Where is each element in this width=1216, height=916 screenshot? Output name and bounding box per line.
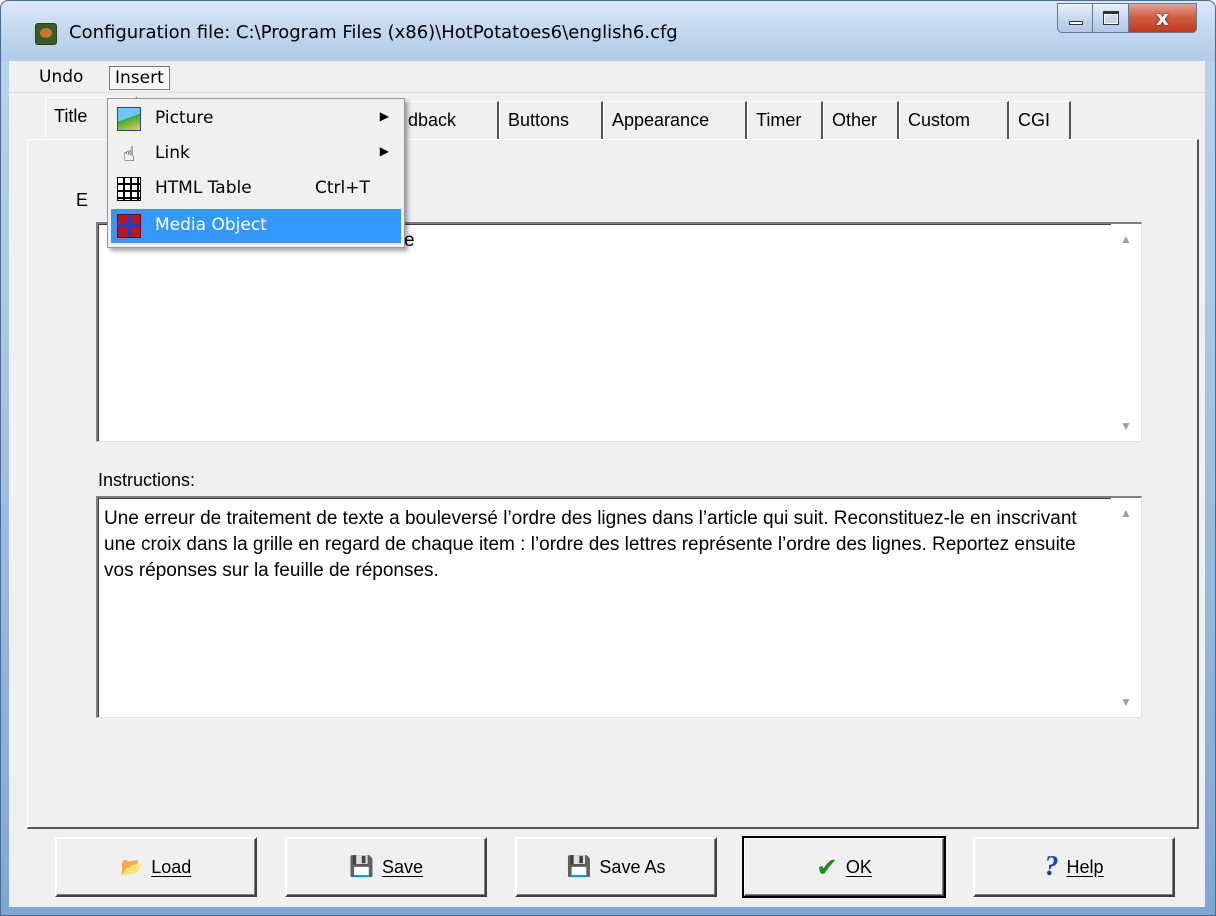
window-title: Configuration file: C:\Program Files (x8… [69, 22, 678, 43]
tab-cgi[interactable]: CGI [1009, 101, 1071, 139]
tab-timer[interactable]: Timer [747, 101, 823, 139]
picture-icon [117, 107, 141, 131]
caption-buttons: x [1057, 3, 1197, 35]
insert-dropdown-menu: Picture ▶ ☝ Link ▶ HTML Table Ctrl+T Med… [107, 98, 405, 248]
tab-timer-label: Timer [756, 110, 802, 130]
subtitle-scrollbar[interactable]: ▲ ▼ [1111, 224, 1141, 441]
submenu-arrow-icon: ▶ [379, 109, 389, 123]
scroll-down-icon[interactable]: ▼ [1119, 696, 1133, 708]
maximize-button[interactable] [1093, 3, 1129, 33]
instructions-text: Une erreur de traitement de texte a boul… [104, 508, 1082, 581]
ok-button-label: OK [845, 856, 872, 877]
tab-cgi-label: CGI [1018, 110, 1051, 130]
config-window: Configuration file: C:\Program Files (x8… [0, 0, 1216, 916]
button-row: 📂 Load 💾 Save 💾 Save As ✔ OK ? Help [9, 831, 1205, 907]
menu-item-html-table-label: HTML Table [155, 178, 252, 198]
save-as-icon: 💾 [566, 856, 592, 878]
instructions-label: Instructions: [98, 470, 196, 490]
menu-item-media-object[interactable]: Media Object [111, 209, 401, 243]
save-button[interactable]: 💾 Save [285, 837, 487, 897]
title-bar[interactable]: Configuration file: C:\Program Files (x8… [1, 1, 1215, 61]
instructions-textbox[interactable]: Une erreur de traitement de texte a boul… [96, 496, 1142, 718]
tab-custom[interactable]: Custom [899, 101, 1009, 139]
tab-title-label: Title [54, 106, 88, 126]
tab-buttons[interactable]: Buttons [499, 101, 603, 139]
hot-potatoes-app-icon[interactable] [35, 23, 57, 45]
help-question-icon: ? [1044, 851, 1059, 882]
scroll-up-icon[interactable]: ▲ [1119, 233, 1133, 245]
load-button[interactable]: 📂 Load [55, 837, 257, 897]
submenu-arrow-icon: ▶ [379, 144, 389, 158]
menu-insert[interactable]: Insert [109, 66, 170, 90]
close-button[interactable]: x [1129, 3, 1197, 33]
menu-bar: Undo Insert [9, 61, 1205, 93]
folder-open-icon: 📂 [120, 857, 144, 877]
menu-item-html-table-shortcut: Ctrl+T [315, 178, 370, 198]
floppy-disk-icon: 💾 [349, 856, 374, 878]
instructions-scrollbar[interactable]: ▲ ▼ [1111, 498, 1141, 717]
save-as-button-label: Save As [599, 856, 666, 877]
scroll-up-icon[interactable]: ▲ [1119, 507, 1133, 519]
ok-button[interactable]: ✔ OK [742, 836, 946, 898]
tab-appearance[interactable]: Appearance [603, 101, 747, 139]
subtitle-textbox[interactable]: e ▲ ▼ [96, 222, 1142, 442]
scroll-down-icon[interactable]: ▼ [1119, 420, 1133, 432]
checkmark-icon: ✔ [816, 852, 838, 882]
tab-other[interactable]: Other [823, 101, 899, 139]
tab-other-label: Other [832, 110, 878, 130]
subtitle-text: e [404, 230, 415, 251]
tab-appearance-label: Appearance [612, 110, 710, 130]
menu-item-media-object-label: Media Object [155, 215, 267, 235]
save-button-label: Save [381, 856, 423, 877]
minimize-icon [1069, 21, 1083, 25]
subtitle-label: E [76, 190, 89, 210]
close-icon: x [1156, 6, 1169, 30]
help-button-label: Help [1066, 856, 1104, 877]
menu-item-link-label: Link [155, 143, 190, 163]
tab-buttons-label: Buttons [508, 110, 570, 130]
help-button[interactable]: ? Help [973, 837, 1175, 897]
menu-item-picture-label: Picture [155, 108, 214, 128]
menu-item-link[interactable]: ☝ Link ▶ [111, 137, 401, 171]
save-as-button[interactable]: 💾 Save As [515, 837, 717, 897]
table-icon [117, 177, 141, 201]
maximize-icon [1103, 11, 1119, 25]
hand-pointer-icon: ☝ [122, 142, 136, 166]
menu-item-html-table[interactable]: HTML Table Ctrl+T [111, 172, 401, 206]
tab-custom-label: Custom [908, 110, 971, 130]
tab-feedback-label: dback [408, 110, 457, 130]
menu-undo[interactable]: Undo [35, 66, 87, 90]
minimize-button[interactable] [1057, 3, 1093, 33]
menu-item-picture[interactable]: Picture ▶ [111, 102, 401, 136]
gift-icon [117, 214, 141, 238]
load-button-label: Load [151, 856, 192, 877]
